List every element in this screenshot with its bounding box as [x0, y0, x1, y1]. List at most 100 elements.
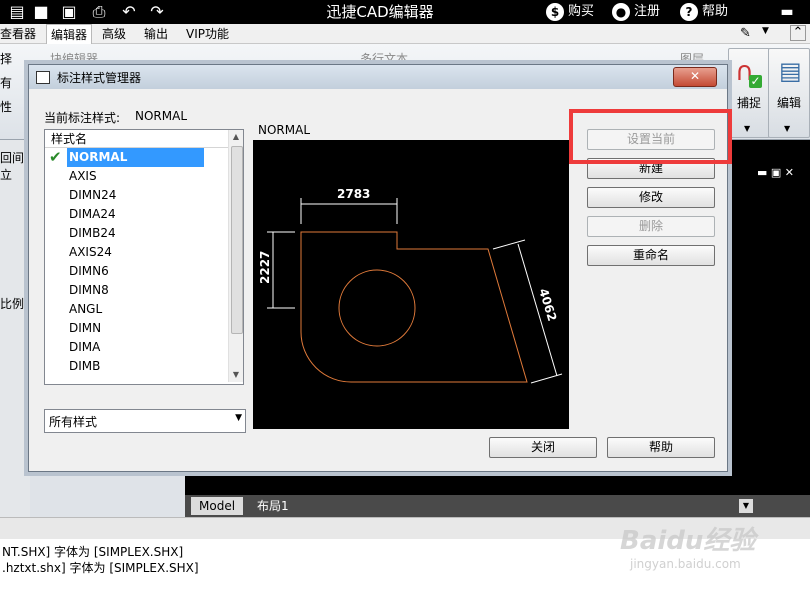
style-list-item[interactable]: DIMB	[45, 357, 228, 376]
scroll-down-icon[interactable]: ▼	[229, 368, 243, 382]
style-list-item-label: DIMN6	[69, 264, 109, 278]
watermark-brand: Baidu经验	[620, 526, 756, 556]
register-button[interactable]: ● 注册	[612, 2, 660, 22]
tab-model[interactable]: Model	[191, 497, 244, 515]
save-as-icon[interactable]: ▣	[58, 2, 80, 22]
layout-tab-bar: Model 布局1 ▼	[185, 495, 810, 517]
style-list-item[interactable]: DIMN	[45, 319, 228, 338]
close-button[interactable]: 关闭	[489, 437, 597, 458]
style-filter-select[interactable]: 所有样式 ▼	[44, 409, 246, 433]
title-bar: ▤ ■ ▣ ⎙ ↶ ↷ 迅捷CAD编辑器 $ 购买 ● 注册 ? 帮助 ▬	[0, 0, 810, 24]
style-list-scrollbar[interactable]: ▲ ▼	[228, 130, 243, 382]
snap-button[interactable]: ∩ ✓ 捕捉 ▼	[728, 48, 770, 138]
rename-button[interactable]: 重命名	[587, 245, 715, 266]
style-list-item[interactable]: AXIS24	[45, 243, 228, 262]
question-icon: ?	[680, 3, 698, 21]
window-controls-icon[interactable]: ▬ ▣ ✕	[757, 166, 794, 179]
help-button[interactable]: ? 帮助	[680, 2, 728, 22]
snap-label: 捕捉	[736, 96, 761, 110]
style-preview: 2783 2227 4062	[253, 140, 569, 429]
register-label: 注册	[634, 4, 661, 19]
scroll-up-icon[interactable]: ▲	[229, 130, 243, 144]
scroll-thumb[interactable]	[231, 146, 243, 334]
chevron-down-icon: ▼	[784, 124, 791, 133]
style-list-item-label: DIMA	[69, 340, 101, 354]
chevron-down-icon: ▼	[235, 413, 242, 423]
command-line-2: .hztxt.shx] 字体为 [SIMPLEX.SHX]	[2, 561, 199, 575]
buy-button[interactable]: $ 购买	[546, 2, 594, 22]
style-list-item-label: DIMN8	[69, 283, 109, 297]
dialog-title-bar[interactable]: 标注样式管理器 ✕	[29, 65, 727, 89]
style-list-item[interactable]: DIMN8	[45, 281, 228, 300]
dim-left: 2227	[258, 251, 272, 284]
app-menu-icon[interactable]: ▤	[6, 2, 28, 22]
style-list-item-label: DIMN24	[69, 188, 117, 202]
style-filter-value: 所有样式	[49, 415, 98, 429]
left-fragment-1: 择	[0, 52, 13, 66]
ribbon-toggle-icon[interactable]: ⌃	[790, 25, 806, 41]
tab-layout1[interactable]: 布局1	[249, 497, 297, 515]
help-label: 帮助	[702, 4, 729, 19]
style-list-item[interactable]: AXIS	[45, 167, 228, 186]
edit-label: 编辑	[776, 96, 801, 110]
menu-editor[interactable]: 编辑器	[46, 24, 93, 45]
check-icon: ✓	[749, 74, 762, 88]
style-list-item[interactable]: DIMA24	[45, 205, 228, 224]
menu-output[interactable]: 输出	[140, 24, 172, 44]
dim-top: 2783	[337, 187, 370, 201]
style-list-item-label: AXIS24	[69, 245, 112, 259]
highlight-box	[569, 109, 732, 164]
menu-viewer[interactable]: 查看器	[0, 24, 40, 44]
app-title: 迅捷CAD编辑器	[326, 3, 434, 21]
style-list-item-label: AXIS	[69, 169, 97, 183]
help-dialog-button[interactable]: 帮助	[607, 437, 715, 458]
user-icon: ●	[612, 3, 630, 21]
modify-button[interactable]: 修改	[587, 187, 715, 208]
left-fragment-5: 比例	[0, 297, 25, 311]
edit-button[interactable]: ▤ 编辑 ▼	[768, 48, 810, 138]
drawing-canvas[interactable]: ▬ ▣ ✕	[727, 140, 810, 495]
left-fragment-3: 性	[0, 100, 13, 114]
style-list-item-label: ANGL	[69, 302, 103, 316]
watermark-url: jingyan.baidu.com	[630, 557, 741, 571]
style-list-item[interactable]: ANGL	[45, 300, 228, 319]
print-icon[interactable]: ⎙	[88, 2, 110, 22]
watermark: Baidu经验 jingyan.baidu.com	[620, 520, 800, 590]
command-line-1: NT.SHX] 字体为 [SIMPLEX.SHX]	[2, 545, 184, 559]
redo-icon[interactable]: ↷	[146, 2, 168, 22]
menu-advanced[interactable]: 高级	[98, 24, 130, 44]
style-list-item[interactable]: DIMN6	[45, 262, 228, 281]
dialog-close-button[interactable]: ✕	[673, 67, 717, 87]
minimize-icon[interactable]: ▬	[776, 2, 798, 22]
current-style-label: 当前标注样式:	[44, 111, 121, 125]
current-check-icon: ✔	[49, 148, 62, 166]
style-list-item[interactable]: ✔ NORMAL	[45, 148, 228, 167]
style-list[interactable]: 样式名 ✔ NORMAL AXIS DIMN24 DIMA24 DIMB24 AXIS24 D…	[44, 129, 244, 385]
dropdown-icon[interactable]: ▼	[762, 26, 769, 36]
style-list-item-label: DIMB	[69, 359, 101, 373]
left-panel: 择 有 性 回间立 比例	[0, 52, 30, 520]
style-list-item[interactable]: DIMN24	[45, 186, 228, 205]
menu-vip[interactable]: VIP功能	[182, 24, 233, 44]
dialog-title: 标注样式管理器	[57, 71, 142, 85]
style-list-item[interactable]: DIMA	[45, 338, 228, 357]
style-list-item[interactable]: DIMB24	[45, 224, 228, 243]
preview-outline	[300, 231, 528, 383]
preview-drawing: 2783 2227 4062	[258, 187, 563, 384]
style-list-item-label: DIMB24	[69, 226, 116, 240]
style-list-header: 样式名	[45, 130, 228, 148]
left-fragment-4: 回间立	[0, 151, 25, 182]
preview-label: NORMAL	[258, 123, 311, 137]
pen-icon[interactable]: ✎	[740, 26, 751, 41]
style-list-item-label: DIMN	[69, 321, 102, 335]
clipboard-icon: ▤	[779, 57, 802, 85]
dollar-icon: $	[546, 3, 564, 21]
undo-icon[interactable]: ↶	[118, 2, 140, 22]
tab-dropdown-icon[interactable]: ▼	[739, 499, 753, 513]
delete-button[interactable]: 删除	[587, 216, 715, 237]
save-icon[interactable]: ■	[30, 2, 52, 22]
style-list-item-label: DIMA24	[69, 207, 116, 221]
dialog-window-icon	[36, 71, 50, 84]
drawing-canvas-bottom[interactable]	[185, 468, 810, 496]
buy-label: 购买	[568, 4, 595, 19]
